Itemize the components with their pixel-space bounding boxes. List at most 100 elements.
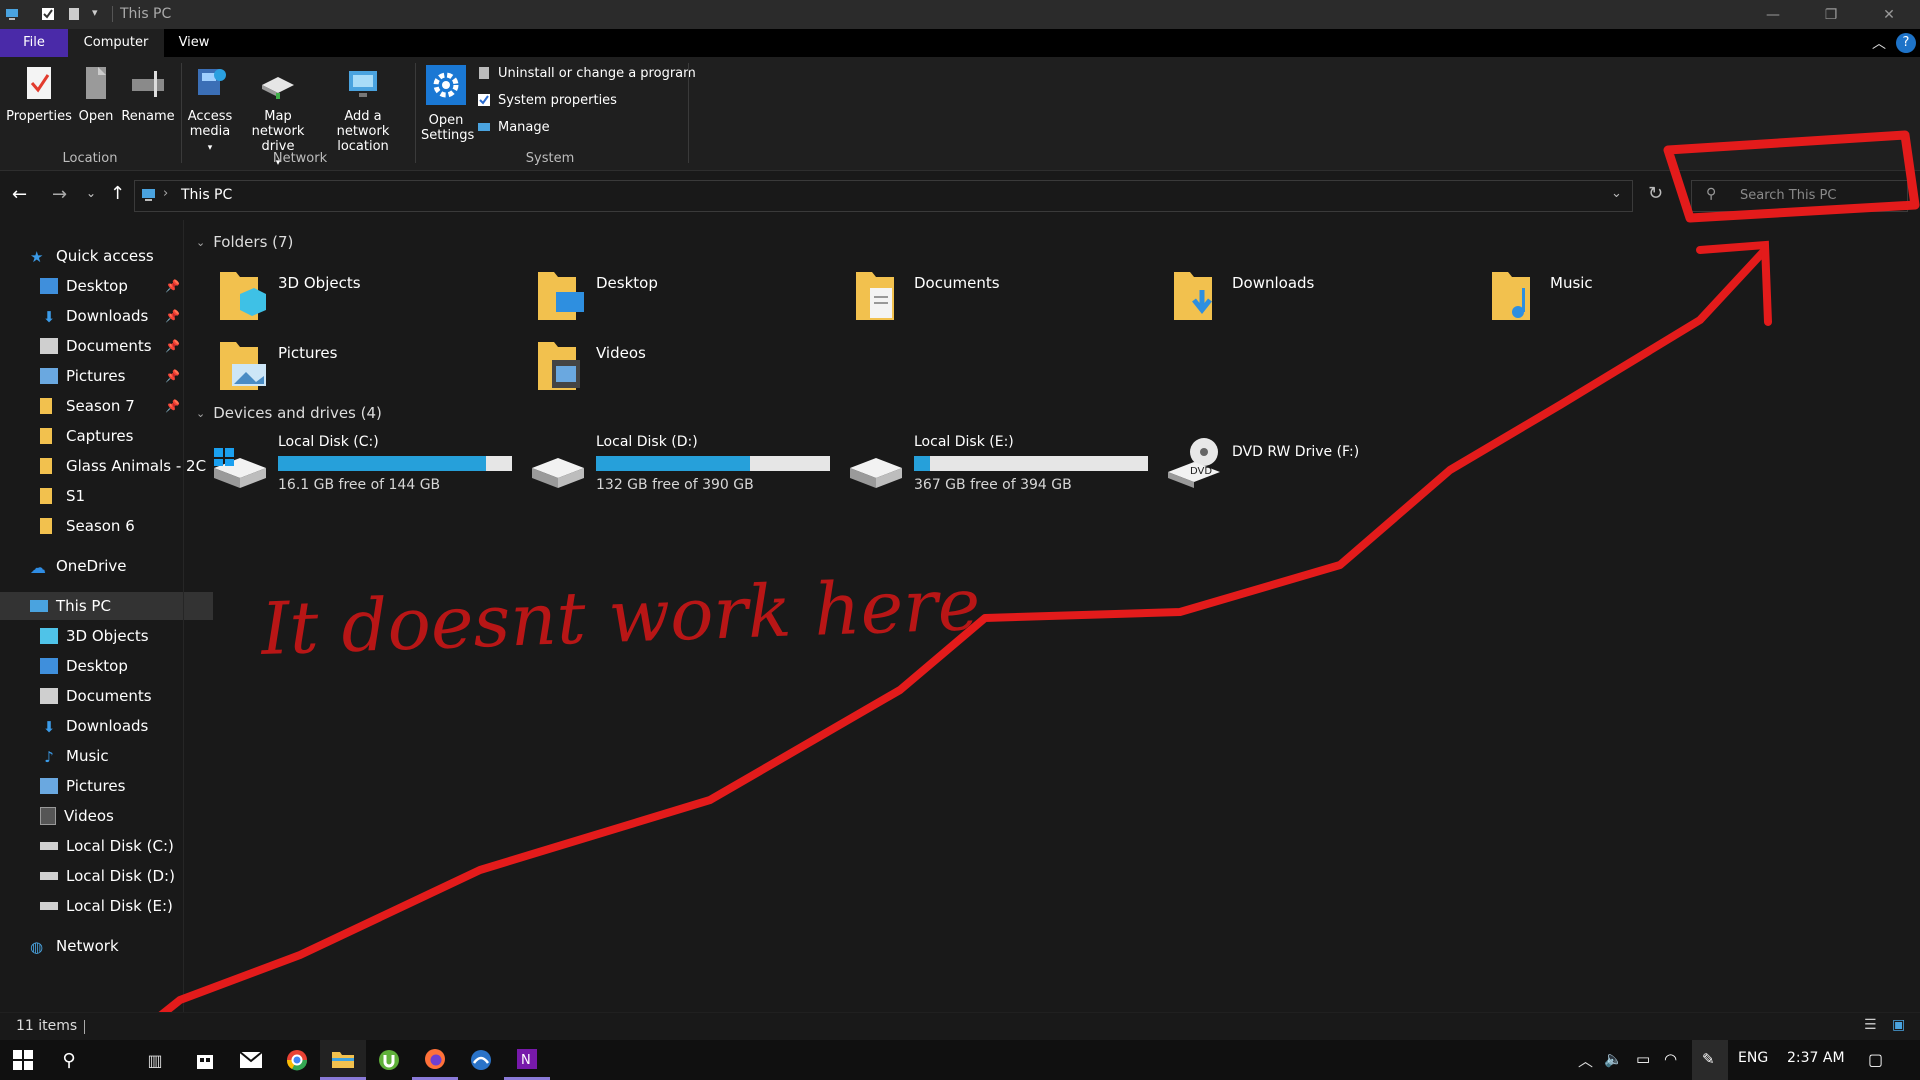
tab-computer[interactable]: Computer [68, 29, 164, 57]
customize-qat-chevron-icon[interactable]: ▾ [92, 6, 98, 19]
close-button[interactable]: ✕ [1860, 0, 1918, 29]
downloads-folder-icon [1174, 272, 1212, 320]
onenote-app[interactable]: N [504, 1040, 550, 1080]
firefox-app[interactable] [412, 1040, 458, 1080]
uninstall-program-button[interactable]: Uninstall or change a program [476, 65, 696, 81]
drives-group-header[interactable]: ⌄ Devices and drives (4) [196, 404, 1906, 422]
chrome-app[interactable] [274, 1040, 320, 1080]
sidebar-item-music[interactable]: ♪ Music [0, 742, 223, 770]
star-icon: ★ [30, 248, 44, 266]
wifi-icon[interactable]: ◠ [1664, 1050, 1677, 1068]
add-network-location-button[interactable]: Add a network location [318, 65, 408, 154]
properties-quick-icon[interactable] [40, 6, 56, 22]
drive-item-dvd-f[interactable]: DVD DVD RW Drive (F:) [1166, 434, 1359, 490]
store-app[interactable] [182, 1040, 228, 1080]
show-hidden-icons-chevron-icon[interactable]: ︿ [1578, 1050, 1593, 1071]
mail-app[interactable] [228, 1040, 274, 1080]
sidebar-item-season-7[interactable]: Season 7 📌 [0, 392, 223, 420]
restore-button[interactable]: ❐ [1802, 0, 1860, 29]
sidebar-item-desktop-pinned[interactable]: Desktop 📌 [0, 272, 223, 300]
sidebar-item-3d-objects[interactable]: 3D Objects [0, 622, 223, 650]
details-view-icon[interactable]: ☰ [1864, 1017, 1877, 1033]
sidebar-item-label: Downloads [66, 717, 149, 735]
help-icon[interactable]: ? [1896, 33, 1916, 53]
open-settings-button[interactable]: Open Settings [418, 65, 474, 143]
sidebar-item-local-disk-d[interactable]: Local Disk (D:) [0, 862, 223, 890]
sidebar-item-downloads-pinned[interactable]: ⬇ Downloads 📌 [0, 302, 223, 330]
folders-group-header[interactable]: ⌄ Folders (7) [196, 233, 1906, 251]
action-center-icon[interactable]: ▢ [1868, 1050, 1883, 1069]
sidebar-item-quick-access[interactable]: ★ Quick access [0, 242, 213, 270]
folder-item-videos[interactable]: Videos [536, 338, 836, 398]
pin-icon[interactable]: 📌 [165, 279, 180, 293]
properties-button[interactable]: Properties [6, 65, 72, 124]
sidebar-item-network[interactable]: ◍ Network [0, 932, 213, 960]
rename-button[interactable]: Rename [120, 65, 176, 124]
tab-view[interactable]: View [164, 29, 224, 57]
minimize-button[interactable]: — [1744, 0, 1802, 29]
battery-icon[interactable]: ▭ [1636, 1050, 1650, 1068]
drive-item-d[interactable]: Local Disk (D:) 132 GB free of 390 GB [530, 434, 830, 493]
sidebar-item-pictures[interactable]: Pictures [0, 772, 223, 800]
manage-button[interactable]: Manage [476, 119, 550, 135]
pin-icon[interactable]: 📌 [165, 399, 180, 413]
sidebar-item-local-disk-c[interactable]: Local Disk (C:) [0, 832, 223, 860]
folder-item-pictures[interactable]: Pictures [218, 338, 518, 398]
open-button[interactable]: Open [74, 65, 118, 124]
sidebar-item-glass-animals[interactable]: Glass Animals - 2C [0, 452, 223, 480]
access-media-button[interactable]: Access media ▾ [184, 65, 236, 156]
mail-envelope-icon [240, 1052, 262, 1068]
back-arrow-icon[interactable]: ← [12, 184, 27, 205]
sidebar-item-captures[interactable]: Captures [0, 422, 223, 450]
sidebar-item-pictures-pinned[interactable]: Pictures 📌 [0, 362, 223, 390]
tab-file[interactable]: File [0, 29, 68, 57]
volume-icon[interactable]: 🔈 [1604, 1050, 1623, 1068]
sidebar-item-videos[interactable]: Videos [0, 802, 223, 830]
browser-app[interactable] [458, 1040, 504, 1080]
sidebar-item-onedrive[interactable]: ☁ OneDrive [0, 552, 213, 580]
new-folder-quick-icon[interactable] [66, 6, 82, 22]
address-dropdown-chevron-icon[interactable]: ⌄ [1611, 186, 1622, 201]
search-box[interactable]: ⚲ Search This PC [1691, 180, 1908, 212]
sidebar-item-downloads[interactable]: ⬇ Downloads [0, 712, 223, 740]
search-taskbar-button[interactable]: ⚲ [46, 1040, 92, 1080]
forward-arrow-icon[interactable]: → [52, 184, 67, 205]
sidebar-item-label: 3D Objects [66, 627, 149, 645]
pin-icon[interactable]: 📌 [165, 369, 180, 383]
pen-workspace-button[interactable]: ✎ [1692, 1040, 1728, 1080]
sidebar-item-season-6[interactable]: Season 6 [0, 512, 223, 540]
folder-item-3d-objects[interactable]: 3D Objects [218, 268, 518, 328]
clock[interactable]: 2:37 AM [1787, 1050, 1845, 1066]
sidebar-item-label: Local Disk (E:) [66, 897, 173, 915]
up-arrow-icon[interactable]: ↑ [110, 183, 125, 204]
drive-item-e[interactable]: Local Disk (E:) 367 GB free of 394 GB [848, 434, 1148, 493]
folder-item-music[interactable]: Music [1490, 268, 1790, 328]
refresh-icon[interactable]: ↻ [1648, 183, 1663, 204]
utorrent-app[interactable] [366, 1040, 412, 1080]
large-icons-view-icon[interactable]: ▣ [1892, 1017, 1905, 1033]
sidebar-item-local-disk-e[interactable]: Local Disk (E:) [0, 892, 223, 920]
collapse-ribbon-chevron-icon[interactable]: ︿ [1872, 33, 1886, 53]
input-language[interactable]: ENG [1738, 1050, 1768, 1066]
folder-name: Documents [914, 274, 1000, 292]
pin-icon[interactable]: 📌 [165, 309, 180, 323]
recent-locations-chevron-icon[interactable]: ⌄ [86, 186, 96, 200]
sidebar-item-this-pc[interactable]: This PC [0, 592, 213, 620]
folder-item-documents[interactable]: Documents [854, 268, 1154, 328]
start-button[interactable] [0, 1040, 46, 1080]
uninstall-label: Uninstall or change a program [498, 65, 696, 81]
sidebar-item-documents-pinned[interactable]: Documents 📌 [0, 332, 223, 360]
sidebar-item-documents[interactable]: Documents [0, 682, 223, 710]
breadcrumb-this-pc[interactable]: This PC [181, 187, 232, 203]
task-view-button[interactable]: ▥ [132, 1040, 178, 1080]
address-bar[interactable]: › This PC ⌄ [134, 180, 1633, 212]
system-properties-button[interactable]: System properties [476, 92, 617, 108]
sidebar-item-desktop[interactable]: Desktop [0, 652, 223, 680]
file-explorer-app[interactable] [320, 1040, 366, 1080]
drive-item-c[interactable]: Local Disk (C:) 16.1 GB free of 144 GB [212, 434, 512, 493]
folder-item-downloads[interactable]: Downloads [1172, 268, 1472, 328]
sidebar-item-s1[interactable]: S1 [0, 482, 223, 510]
pin-icon[interactable]: 📌 [165, 339, 180, 353]
folder-item-desktop[interactable]: Desktop [536, 268, 836, 328]
sidebar-item-label: Local Disk (C:) [66, 837, 174, 855]
